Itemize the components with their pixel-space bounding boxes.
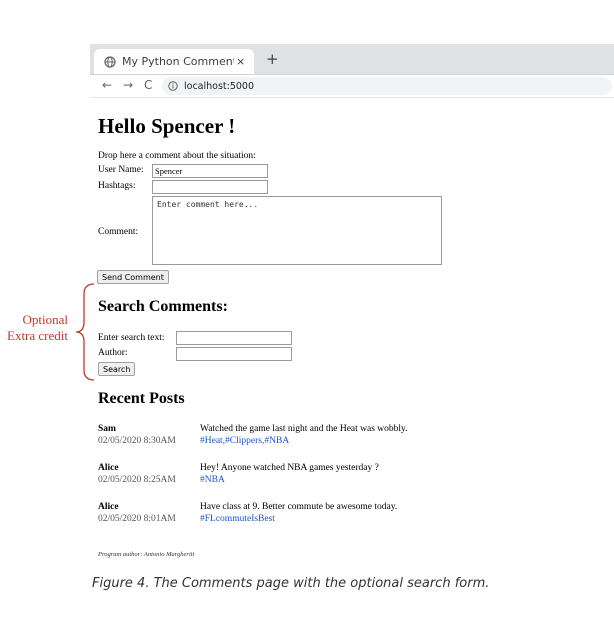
comment-label: Comment: <box>98 227 139 237</box>
search-text-field[interactable] <box>176 331 292 345</box>
post-author: Sam <box>98 424 116 434</box>
info-icon[interactable] <box>168 81 178 91</box>
post-text: Watched the game last night and the Heat… <box>200 424 408 434</box>
post-hashtags[interactable]: #Heat,#Clippers,#NBA <box>200 436 289 446</box>
author-field[interactable] <box>176 347 292 361</box>
post-hashtags[interactable]: #NBA <box>200 475 225 485</box>
post-text: Hey! Anyone watched NBA games yesterday … <box>200 463 379 473</box>
program-author-footer: Program author: Antonio Margheriti <box>98 551 195 558</box>
send-comment-button[interactable]: Send Comment <box>97 270 169 284</box>
annotation-line-2: Extra credit <box>7 328 68 343</box>
post-author: Alice <box>98 463 119 473</box>
navigation-bar: ← → C localhost:5000 <box>90 75 614 98</box>
post-hashtags[interactable]: #FLcommuteIsBest <box>200 514 275 524</box>
hashtags-label: Hashtags: <box>98 181 136 191</box>
post-text: Have class at 9. Better commute be aweso… <box>200 502 398 512</box>
forward-icon[interactable]: → <box>123 78 133 92</box>
optional-annotation: Optional Extra credit <box>0 312 68 344</box>
page-title: Hello Spencer ! <box>98 114 236 138</box>
search-text-label: Enter search text: <box>98 333 165 343</box>
reload-icon[interactable]: C <box>144 78 152 92</box>
back-icon[interactable]: ← <box>102 78 112 92</box>
globe-icon <box>104 55 116 68</box>
post-timestamp: 02/05/2020 8:25AM <box>98 475 176 485</box>
url-text: localhost:5000 <box>184 80 255 92</box>
hashtags-field[interactable] <box>152 180 268 194</box>
tab-bar: My Python Comment E × + <box>90 44 614 75</box>
annotation-line-1: Optional <box>22 312 69 327</box>
figure-caption: Figure 4. The Comments page with the opt… <box>92 576 490 591</box>
post-timestamp: 02/05/2020 8:01AM <box>98 514 176 524</box>
browser-tab[interactable]: My Python Comment E × <box>94 49 254 74</box>
address-bar[interactable]: localhost:5000 <box>162 77 612 95</box>
recent-posts-heading: Recent Posts <box>98 390 185 407</box>
author-label: Author: <box>98 348 128 358</box>
search-heading: Search Comments: <box>98 298 228 315</box>
post-timestamp: 02/05/2020 8:30AM <box>98 436 176 446</box>
curly-brace-icon <box>75 283 95 381</box>
comment-prompt: Drop here a comment about the situation: <box>98 151 256 161</box>
new-tab-button[interactable]: + <box>266 50 279 68</box>
username-label: User Name: <box>98 165 144 175</box>
post-author: Alice <box>98 502 119 512</box>
tab-close-icon[interactable]: × <box>236 55 245 68</box>
search-button[interactable]: Search <box>98 362 136 376</box>
comment-textarea[interactable] <box>152 196 442 265</box>
tab-title: My Python Comment E <box>122 55 234 68</box>
username-field[interactable] <box>152 164 268 178</box>
